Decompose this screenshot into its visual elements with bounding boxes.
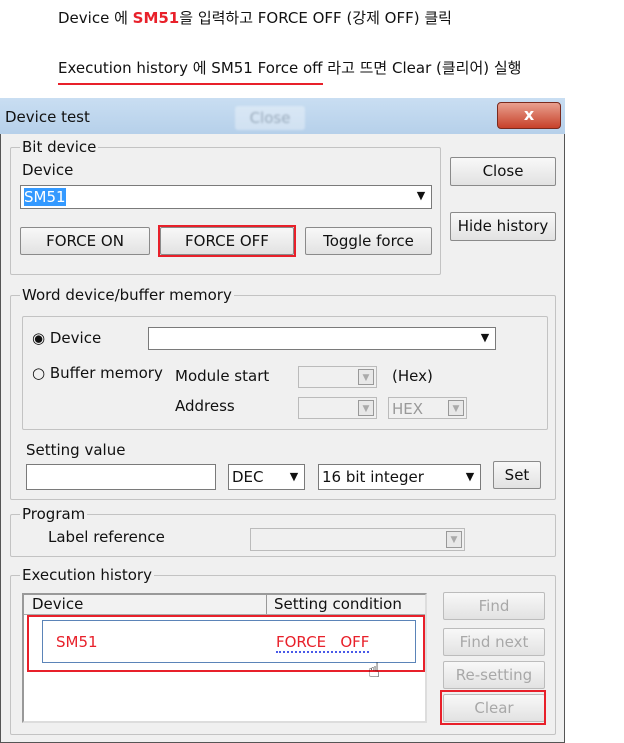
- hand-cursor-icon: ☝: [368, 658, 381, 682]
- bit-device-combo[interactable]: SM51 ▼: [20, 185, 432, 209]
- instruction-device: SM51: [132, 9, 180, 27]
- window-close-button[interactable]: x: [497, 102, 561, 129]
- address-format-combo[interactable]: HEX ▼: [388, 397, 467, 419]
- set-button[interactable]: Set: [493, 461, 541, 489]
- column-device[interactable]: Device: [32, 595, 83, 614]
- radio-unselected-icon: ○: [32, 364, 46, 382]
- instruction-text: Device 에: [58, 9, 133, 27]
- ghost-close-button: Close: [235, 106, 305, 130]
- force-off-highlight: [158, 225, 296, 257]
- instruction-line-1: Device 에 SM51을 입력하고 FORCE OFF (강제 OFF) 클…: [58, 7, 452, 28]
- radio-device-label: Device: [49, 329, 102, 347]
- find-button[interactable]: Find: [443, 592, 545, 620]
- instruction-line-2: Execution history 에 SM51 Force off 라고 뜨면…: [58, 57, 522, 85]
- chevron-down-icon: ▼: [358, 369, 374, 385]
- module-start-label: Module start: [175, 367, 270, 385]
- chevron-down-icon: ▼: [446, 531, 462, 548]
- instruction-text: 을 입력하고 FORCE OFF (강제 OFF) 클릭: [179, 9, 452, 27]
- window-title: Device test: [5, 108, 90, 126]
- radio-buffer-label: Buffer memory: [49, 364, 163, 382]
- module-start-combo[interactable]: ▼: [298, 366, 377, 388]
- chevron-down-icon[interactable]: ▼: [413, 188, 429, 206]
- toggle-force-button[interactable]: Toggle force: [305, 227, 432, 255]
- history-header: Device Setting condition: [24, 595, 425, 615]
- radio-buffer-memory[interactable]: ○ Buffer memory: [32, 364, 163, 382]
- bit-device-legend: Bit device: [20, 138, 99, 156]
- instruction-text: 라고 뜨면 Clear (클리어) 실행: [322, 59, 522, 77]
- word-device-combo[interactable]: ▼: [148, 327, 496, 350]
- history-row-highlight: [27, 615, 425, 672]
- format-combo[interactable]: DEC ▼: [228, 464, 305, 490]
- clear-highlight: [440, 690, 546, 725]
- chevron-down-icon: ▼: [448, 400, 464, 416]
- instruction-underlined: Execution history 에 SM51 Force off: [58, 59, 323, 85]
- chevron-down-icon[interactable]: ▼: [477, 330, 493, 347]
- address-combo[interactable]: ▼: [298, 397, 377, 419]
- label-reference-combo[interactable]: ▼: [250, 528, 465, 551]
- column-setting-condition[interactable]: Setting condition: [274, 595, 402, 614]
- chevron-down-icon[interactable]: ▼: [286, 467, 302, 487]
- device-label: Device: [22, 161, 74, 179]
- address-label: Address: [175, 397, 235, 415]
- close-icon: x: [523, 105, 535, 124]
- resetting-button[interactable]: Re-setting: [443, 661, 545, 689]
- hide-history-button[interactable]: Hide history: [450, 212, 556, 241]
- setting-value-label: Setting value: [26, 441, 126, 459]
- radio-selected-icon: ◉: [32, 329, 46, 347]
- hex-label: (Hex): [392, 367, 433, 385]
- program-legend: Program: [20, 505, 88, 523]
- data-type-combo[interactable]: 16 bit integer ▼: [318, 464, 481, 490]
- force-on-button[interactable]: FORCE ON: [20, 227, 150, 255]
- format-value: DEC: [232, 468, 264, 486]
- radio-device[interactable]: ◉ Device: [32, 329, 101, 347]
- device-value: SM51: [24, 188, 66, 206]
- word-device-legend: Word device/buffer memory: [20, 286, 234, 304]
- data-type-value: 16 bit integer: [322, 468, 424, 486]
- execution-history-legend: Execution history: [20, 566, 154, 584]
- column-divider: [266, 595, 267, 614]
- close-button[interactable]: Close: [450, 157, 556, 186]
- chevron-down-icon: ▼: [358, 400, 374, 416]
- setting-value-input[interactable]: [26, 464, 216, 490]
- find-next-button[interactable]: Find next: [443, 628, 545, 656]
- chevron-down-icon[interactable]: ▼: [462, 467, 478, 487]
- address-format-value: HEX: [392, 400, 424, 418]
- label-reference-label: Label reference: [48, 528, 165, 546]
